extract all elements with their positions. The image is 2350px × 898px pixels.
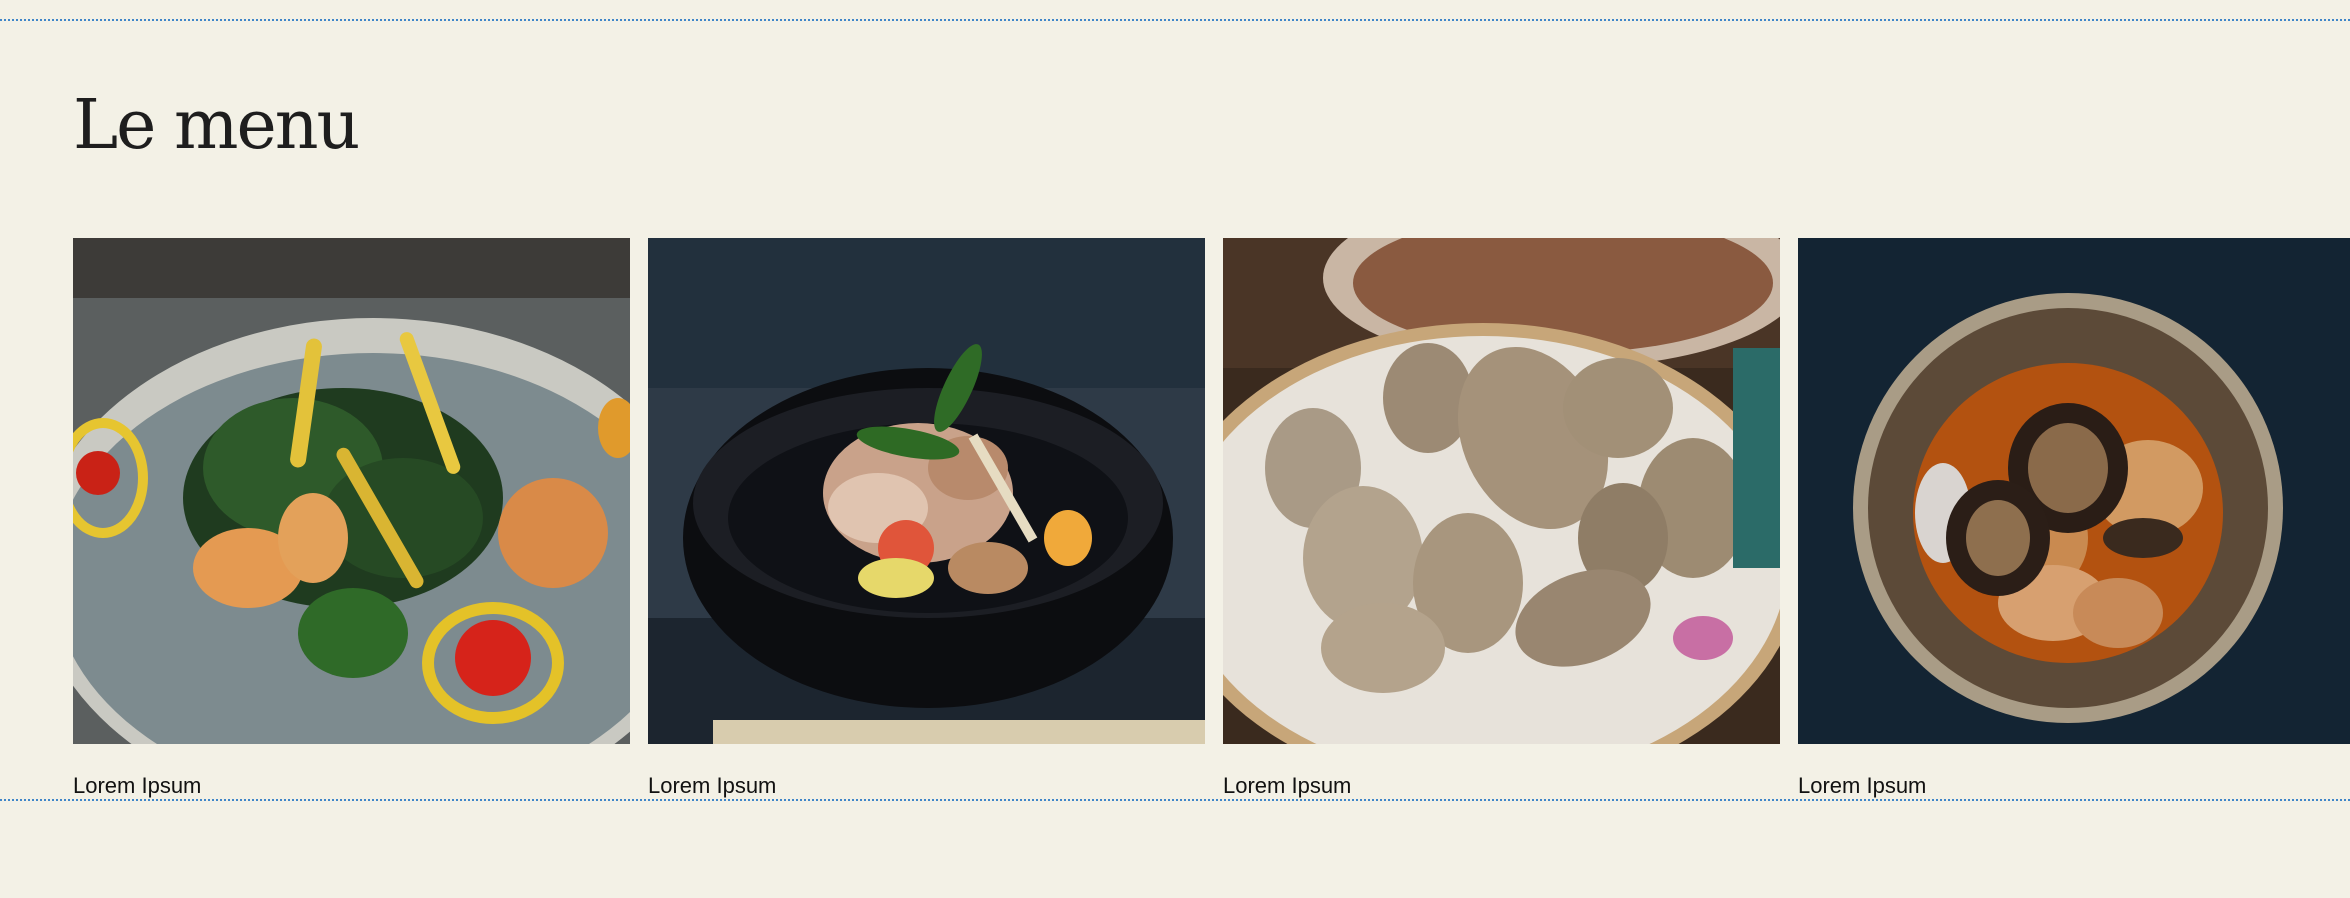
braised-eggplant-photo[interactable] [1798,238,2350,744]
fish-bowl-photo[interactable] [648,238,1205,744]
shrimp-salad-photo[interactable] [73,238,630,744]
menu-gallery: Lorem Ipsum Lorem Ipsum Lorem Ipsum Lore… [73,238,2350,808]
menu-card[interactable]: Lorem Ipsum [1223,238,1780,797]
menu-card[interactable]: Lorem Ipsum [648,238,1205,797]
dish-name[interactable]: Lorem Ipsum [1223,775,1780,797]
guide-line-top [0,19,2350,21]
sea-snails-photo[interactable] [1223,238,1780,744]
guide-line-bottom [0,799,2350,801]
dish-name[interactable]: Lorem Ipsum [73,775,630,797]
menu-card[interactable]: Lorem Ipsum [1798,238,2350,797]
dish-name[interactable]: Lorem Ipsum [648,775,1205,797]
menu-card[interactable]: Lorem Ipsum [73,238,630,797]
section-title: Le menu [73,86,360,165]
dish-name[interactable]: Lorem Ipsum [1798,775,2350,797]
